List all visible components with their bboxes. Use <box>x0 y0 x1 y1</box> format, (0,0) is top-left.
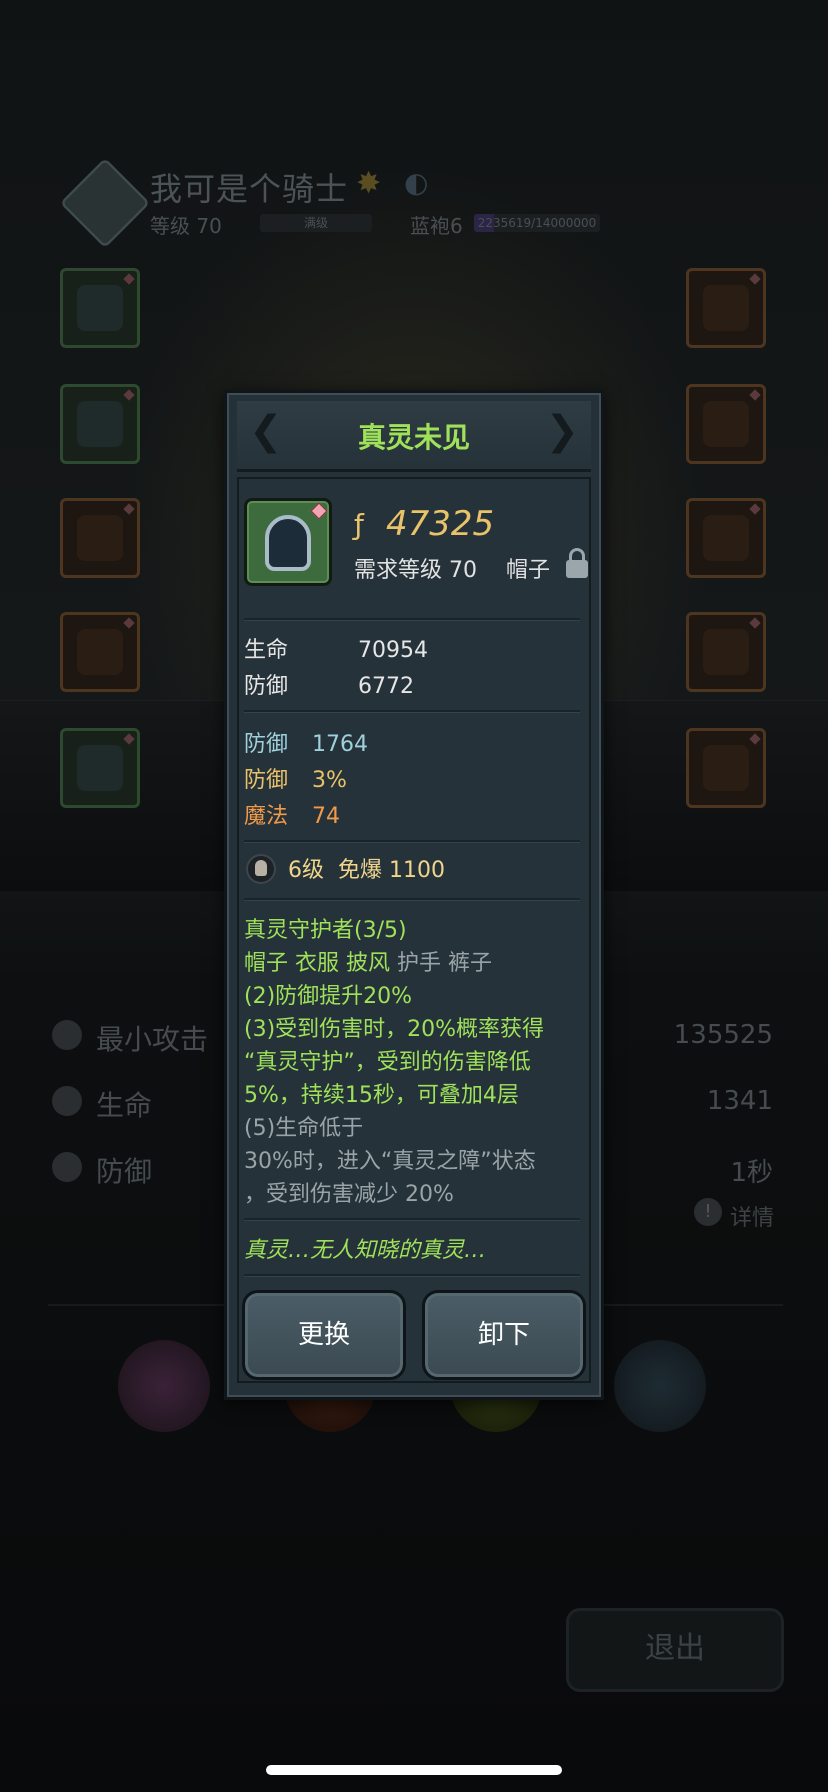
set-bonus-line: (5)生命低于 <box>244 1116 364 1141</box>
extra-stat-defense-percent: 防御 3% <box>244 762 347 794</box>
hood-icon <box>77 285 123 331</box>
info-icon[interactable]: ! <box>694 1198 722 1226</box>
shield-icon <box>52 1152 82 1182</box>
item-slot-type: 帽子 <box>506 558 551 583</box>
equip-slot-clothes[interactable] <box>60 384 140 464</box>
item-content: ƒ 47325 需求等级 70 帽子 生命 70954 防御 6772 防御 1764… <box>224 390 604 1400</box>
helmet-icon <box>703 745 749 791</box>
divider <box>244 898 580 900</box>
stat-value: 74 <box>312 804 340 829</box>
base-stat-hp: 生命 70954 <box>244 632 428 664</box>
divider <box>244 1274 580 1276</box>
equip-slot-ring[interactable] <box>686 384 766 464</box>
stat-value: 6772 <box>358 674 414 699</box>
hood-icon <box>265 515 311 571</box>
stat-label: 最小攻击 <box>96 1023 209 1056</box>
exit-button[interactable]: 退出 <box>566 1608 784 1692</box>
armor-icon <box>77 401 123 447</box>
gloves-icon <box>77 515 123 561</box>
equip-slot-bracer[interactable] <box>60 612 140 692</box>
skill-slot-1[interactable] <box>118 1340 210 1432</box>
sword-icon <box>52 1020 82 1050</box>
stat-key: 防御 <box>244 732 289 757</box>
gem-marker-icon <box>310 502 328 520</box>
lock-icon[interactable] <box>566 548 588 578</box>
hero-name: 我可是个骑士 <box>150 170 349 208</box>
equip-slot-cloak[interactable] <box>60 728 140 808</box>
stat-value: 1341 <box>706 1086 773 1116</box>
stat-value: 1秒 <box>730 1158 773 1188</box>
gem-icon <box>246 854 276 884</box>
set-title: 真灵守护者(3/5) <box>244 918 407 943</box>
stat-key: 防御 <box>244 674 289 699</box>
divider <box>244 1218 580 1220</box>
stat-key: 防御 <box>244 768 289 793</box>
charm-icon <box>703 629 749 675</box>
exp-text: 2235619/14000000 <box>477 216 597 230</box>
stat-value: 70954 <box>358 638 428 663</box>
set-bonus-line: 5%，持续15秒，可叠加4层 <box>244 1083 519 1108</box>
set-pieces: 帽子 衣服 披风 护手 裤子 <box>244 945 492 977</box>
set-pieces-missing: 护手 裤子 <box>397 951 492 976</box>
stat-label: 生命 <box>96 1089 153 1122</box>
extra-stat-magic: 魔法 74 <box>244 798 340 830</box>
item-icon <box>244 498 332 586</box>
set-bonus-line: (3)受到伤害时，20%概率获得 <box>244 1017 545 1042</box>
gem-info: 6级 免爆 1100 <box>288 852 445 884</box>
item-requirement: 需求等级 70 <box>354 558 477 583</box>
set-bonus-line: 30%时，进入“真灵之障”状态 <box>244 1149 536 1174</box>
hero-level: 等级 70 <box>150 214 222 238</box>
set-pieces-owned: 帽子 衣服 披风 <box>244 951 390 976</box>
equip-slot-necklace[interactable] <box>686 498 766 578</box>
robe-rank: 蓝袍6 <box>410 214 463 238</box>
level-bar: 满级 <box>260 214 372 232</box>
replace-button[interactable]: 更换 <box>242 1290 406 1380</box>
gem-bonus: 免爆 1100 <box>338 858 445 883</box>
stat-key: 生命 <box>244 638 289 663</box>
extra-stat-defense: 防御 1764 <box>244 726 368 758</box>
moon-badge-icon: ◐ <box>404 166 429 199</box>
equip-slot-gloves[interactable] <box>60 498 140 578</box>
equip-slot-weapon[interactable] <box>686 268 766 348</box>
unequip-button[interactable]: 卸下 <box>422 1290 586 1380</box>
gem-level: 6级 <box>288 858 324 883</box>
star-badge-icon: ✸ <box>356 166 382 201</box>
necklace-icon <box>703 515 749 561</box>
weapon-icon <box>703 285 749 331</box>
divider <box>244 710 580 712</box>
stat-key: 魔法 <box>244 804 289 829</box>
power-icon: ƒ <box>354 508 364 541</box>
equip-slot-helmet[interactable] <box>686 728 766 808</box>
heart-icon <box>52 1086 82 1116</box>
divider <box>244 618 580 620</box>
home-indicator[interactable] <box>266 1765 562 1775</box>
equip-slot-hat[interactable] <box>60 268 140 348</box>
stat-value: 135525 <box>673 1020 773 1050</box>
set-bonus-line: “真灵守护”，受到的伤害降低 <box>244 1050 531 1075</box>
flavor-text: 真灵…无人知晓的真灵… <box>244 1238 487 1263</box>
item-power: 47325 <box>386 504 495 544</box>
details-link[interactable]: 详情 <box>730 1200 774 1232</box>
equip-slot-charm[interactable] <box>686 612 766 692</box>
set-bonus-line: (2)防御提升20% <box>244 984 413 1009</box>
exp-bar: 2235619/14000000 <box>474 214 600 232</box>
stat-label: 防御 <box>96 1155 153 1188</box>
ring-icon <box>703 401 749 447</box>
stat-value: 1764 <box>312 732 368 757</box>
gauntlet-icon <box>77 629 123 675</box>
stat-value: 3% <box>312 768 347 793</box>
skill-slot-4[interactable] <box>614 1340 706 1432</box>
set-bonus-line: ，受到伤害减少 20% <box>244 1182 454 1207</box>
base-stat-defense: 防御 6772 <box>244 668 414 700</box>
cloak-icon <box>77 745 123 791</box>
divider <box>244 840 580 842</box>
